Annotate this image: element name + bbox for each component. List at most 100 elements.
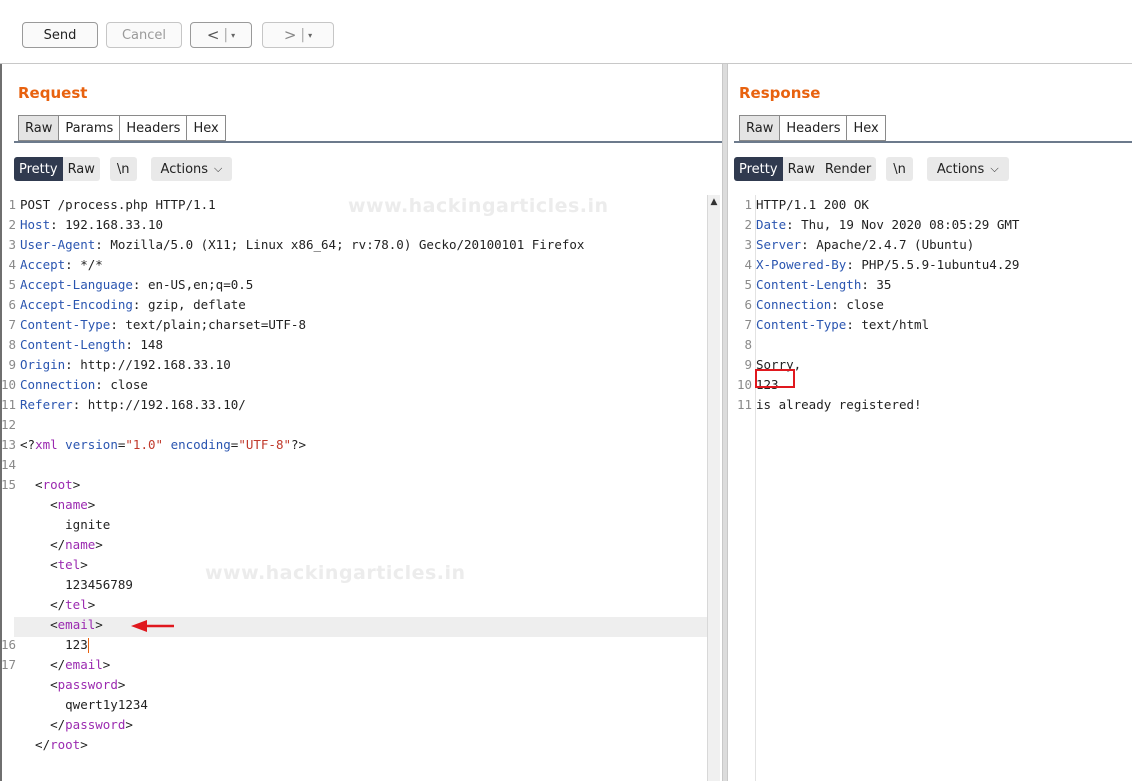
- line-number: 7: [744, 317, 752, 332]
- line-number: 9: [744, 357, 752, 372]
- line-number: 5: [744, 277, 752, 292]
- response-tab-hex[interactable]: Hex: [846, 115, 886, 141]
- line-number: 4: [744, 257, 752, 272]
- request-tab-params[interactable]: Params: [58, 115, 120, 141]
- code-token: >: [95, 537, 103, 552]
- code-token: >: [80, 557, 88, 572]
- code-line: 7 Content-Type: text/html: [736, 315, 1132, 335]
- code-text: Content-Type: text/plain;charset=UTF-8: [20, 315, 306, 335]
- code-token: Server: [756, 237, 802, 252]
- code-line: 2 Date: Thu, 19 Nov 2020 08:05:29 GMT: [736, 215, 1132, 235]
- chevron-right-icon: >: [283, 26, 297, 44]
- code-line: 2 Host: 192.168.33.10: [0, 215, 706, 235]
- code-token: Connection: [756, 297, 832, 312]
- code-token: >: [87, 597, 96, 612]
- request-tab-raw[interactable]: Raw: [18, 115, 59, 141]
- code-token: password: [65, 717, 126, 732]
- code-line: 8 Content-Length: 148: [0, 335, 706, 355]
- code-text: Accept: */*: [20, 255, 103, 275]
- code-token: Host: [20, 217, 51, 232]
- code-line: qwert1y1234: [0, 695, 706, 715]
- code-text: ignite: [20, 515, 110, 535]
- request-actions-menu[interactable]: Actions ⌵: [150, 157, 233, 181]
- response-render-toggle[interactable]: Render: [819, 157, 877, 181]
- request-editor[interactable]: 1 POST /process.php HTTP/1.1 2 Host: 192.16…: [0, 195, 706, 755]
- code-text: <?xml version="1.0" encoding="UTF-8"?>: [20, 435, 306, 455]
- code-token: tel: [65, 597, 88, 612]
- response-newline-toggle[interactable]: \n: [886, 157, 913, 181]
- request-raw-toggle[interactable]: Raw: [62, 157, 100, 181]
- code-text: </email>: [20, 655, 110, 675]
- code-token: root: [50, 737, 81, 752]
- request-title: Request: [18, 84, 88, 102]
- line-number: 6: [744, 297, 752, 312]
- code-line: 12: [0, 415, 706, 435]
- dropdown-icon: ▾: [231, 30, 236, 40]
- code-token: ignite: [20, 517, 111, 532]
- line-number: 9: [8, 357, 16, 372]
- code-text: Host: 192.168.33.10: [20, 215, 163, 235]
- response-actions-label: Actions: [936, 161, 985, 177]
- code-token: </: [20, 737, 51, 752]
- line-number: 1: [744, 197, 752, 212]
- request-tab-hex[interactable]: Hex: [186, 115, 226, 141]
- code-line: 14: [0, 455, 706, 475]
- line-number: 2: [8, 217, 16, 232]
- code-token: : Apache/2.4.7 (Ubuntu): [801, 237, 975, 252]
- request-tab-headers[interactable]: Headers: [119, 115, 187, 141]
- code-token: Content-Type: [756, 317, 847, 332]
- response-editor[interactable]: 1 HTTP/1.1 200 OK 2 Date: Thu, 19 Nov 2020 …: [736, 195, 1132, 415]
- response-raw-toggle[interactable]: Raw: [782, 157, 820, 181]
- code-text: <password>: [20, 675, 125, 695]
- line-number: 13: [0, 437, 16, 452]
- code-token: >: [95, 617, 103, 632]
- watermark: www.hackingarticles.in: [348, 195, 609, 217]
- code-token: xml: [35, 437, 58, 452]
- line-number: 12: [0, 417, 16, 432]
- code-token: Accept-Encoding: [20, 297, 133, 312]
- code-token: >: [87, 497, 96, 512]
- code-token: Content-Length: [20, 337, 126, 352]
- code-text: Connection: close: [756, 295, 884, 315]
- send-button[interactable]: Send: [22, 22, 98, 48]
- code-token: >: [102, 657, 111, 672]
- code-line: 8: [736, 335, 1132, 355]
- dropdown-icon: ▾: [308, 30, 313, 40]
- line-number: 15: [0, 477, 16, 492]
- code-token: </: [20, 537, 66, 552]
- history-back-button[interactable]: < | ▾: [190, 22, 252, 48]
- code-token: X-Powered-By: [756, 257, 847, 272]
- request-pretty-toggle[interactable]: Pretty: [14, 157, 63, 181]
- request-newline-toggle[interactable]: \n: [109, 157, 137, 181]
- code-text: X-Powered-By: PHP/5.5.9-1ubuntu4.29: [756, 255, 1019, 275]
- code-line: </root>: [0, 735, 706, 755]
- request-scrollbar[interactable]: ▲: [707, 195, 720, 781]
- code-token: email: [65, 657, 103, 672]
- code-text: <email>: [20, 615, 103, 635]
- code-token: email: [57, 617, 96, 632]
- code-line: <email>: [0, 615, 706, 635]
- code-line: 11 Referer: http://192.168.33.10/: [0, 395, 706, 415]
- line-number: 7: [8, 317, 16, 332]
- code-token: : close: [95, 377, 148, 392]
- code-token: Accept-Language: [20, 277, 133, 292]
- code-token: Connection: [20, 377, 96, 392]
- response-pretty-toggle[interactable]: Pretty: [734, 157, 783, 181]
- response-tab-headers[interactable]: Headers: [779, 115, 847, 141]
- code-token: tel: [57, 557, 81, 572]
- response-actions-menu[interactable]: Actions ⌵: [926, 157, 1009, 181]
- code-line: 16 123: [0, 635, 706, 655]
- response-tab-raw[interactable]: Raw: [739, 115, 780, 141]
- code-text: Accept-Encoding: gzip, deflate: [20, 295, 246, 315]
- code-token: <: [20, 677, 58, 692]
- split-divider[interactable]: [722, 64, 728, 781]
- scroll-up-icon[interactable]: ▲: [708, 195, 720, 209]
- code-text: User-Agent: Mozilla/5.0 (X11; Linux x86_…: [20, 235, 584, 255]
- code-text: 123456789: [20, 575, 133, 595]
- code-token: >: [80, 737, 88, 752]
- history-forward-button[interactable]: > | ▾: [262, 22, 334, 48]
- cancel-button[interactable]: Cancel: [106, 22, 182, 48]
- code-token: 123456789: [20, 577, 133, 592]
- line-number: 8: [744, 337, 752, 352]
